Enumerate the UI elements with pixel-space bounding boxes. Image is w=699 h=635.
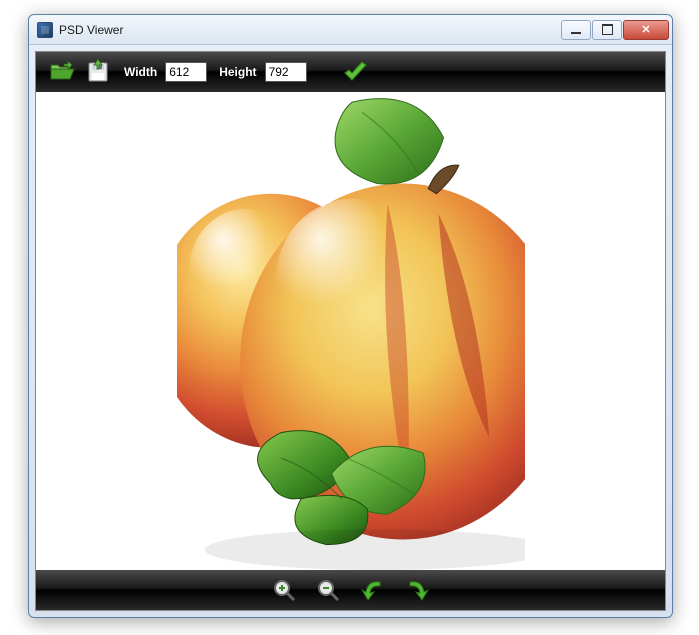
window-title: PSD Viewer [59,23,561,37]
height-input[interactable] [265,62,307,82]
zoom-out-icon[interactable] [316,578,342,602]
rotate-right-icon[interactable] [404,578,430,602]
close-button[interactable] [623,20,669,40]
bottom-toolbar [36,570,665,610]
minimize-button[interactable] [561,20,591,40]
save-icon[interactable] [84,59,112,85]
apply-checkmark-icon[interactable] [341,59,369,85]
zoom-in-icon[interactable] [272,578,298,602]
width-label: Width [124,65,157,79]
height-label: Height [219,65,256,79]
width-input[interactable] [165,62,207,82]
rotate-left-icon[interactable] [360,578,386,602]
maximize-button[interactable] [592,20,622,40]
window-controls [561,15,670,44]
app-window: PSD Viewer Width Height [28,14,673,618]
app-icon [37,22,53,38]
psd-image [177,92,525,570]
client-area: Width Height [35,51,666,611]
top-toolbar: Width Height [36,52,665,92]
image-canvas [36,92,665,570]
open-folder-icon[interactable] [48,59,76,85]
titlebar: PSD Viewer [29,15,672,45]
